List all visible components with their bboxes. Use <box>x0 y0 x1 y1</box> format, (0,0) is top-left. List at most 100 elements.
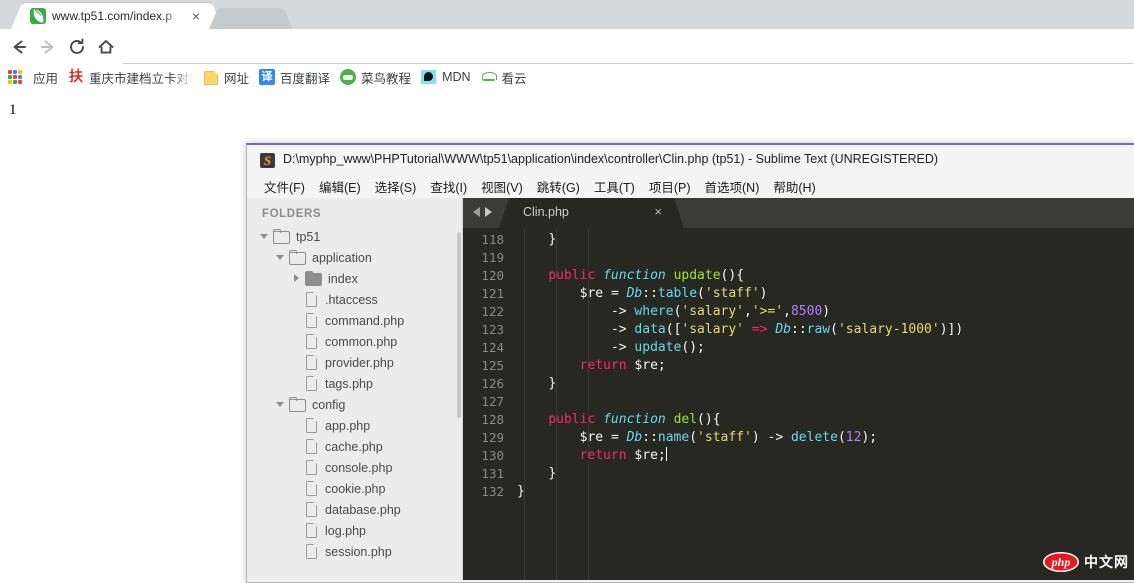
sublime-window-title: D:\myphp_www\PHPTutorial\WWW\tp51\applic… <box>283 152 939 166</box>
folder-icon <box>305 270 322 286</box>
sidebar-item-label: tp51 <box>296 229 321 244</box>
spacer-icon <box>292 295 301 304</box>
spacer-icon <box>292 421 301 430</box>
bookmark-runoob[interactable]: 菜鸟教程 <box>335 66 416 88</box>
folder-icon <box>289 396 306 412</box>
sidebar-item-label: .htaccess <box>325 292 378 307</box>
bookmark-label: 菜鸟教程 <box>361 71 412 86</box>
chevron-right-icon[interactable] <box>292 274 301 283</box>
code-editor[interactable]: 118 119 120 121 122 123 124 125 126 127 128 129 130 1… <box>463 228 1134 580</box>
sidebar-item-label: cache.php <box>325 439 383 454</box>
menu-file[interactable]: 文件(F) <box>257 177 312 196</box>
sidebar-file-item[interactable]: command.php <box>247 310 462 331</box>
sidebar-file-item[interactable]: log.php <box>247 520 462 541</box>
code-line: $re = Db::name('staff') -> delete(12); <box>579 430 878 445</box>
file-icon <box>305 334 318 349</box>
sidebar-item-label: command.php <box>325 313 405 328</box>
chevron-down-icon[interactable] <box>260 232 269 241</box>
line-number: 126 <box>481 376 504 391</box>
bookmark-jiandang[interactable]: 扶 重庆市建档立卡对象 <box>63 66 198 88</box>
screen: www.tp51.com/index.p × i www.tp51.com/in <box>0 0 1134 583</box>
line-number: 130 <box>481 448 504 463</box>
reload-icon[interactable] <box>66 36 88 58</box>
sidebar-file-item[interactable]: cookie.php <box>247 478 462 499</box>
line-number: 128 <box>481 412 504 427</box>
folder-icon <box>273 228 290 244</box>
menu-find[interactable]: 查找(I) <box>423 177 474 196</box>
sublime-body: FOLDERS tp51 application index .htaccess com… <box>247 198 1134 580</box>
apps-grid-icon[interactable] <box>8 70 22 84</box>
bookmark-baidu-fanyi[interactable]: 译 百度翻译 <box>254 66 335 88</box>
sidebar-folder-item[interactable]: tp51 <box>247 226 462 247</box>
back-arrow-icon[interactable] <box>8 36 30 58</box>
close-icon[interactable]: × <box>654 204 662 219</box>
translate-blue-icon: 译 <box>259 69 276 85</box>
menu-selection[interactable]: 选择(S) <box>368 177 424 196</box>
bookmark-kanyun[interactable]: 看云 <box>476 66 532 88</box>
chevron-down-icon[interactable] <box>276 400 285 409</box>
bookmark-label: 网址 <box>224 71 250 86</box>
sidebar-item-label: app.php <box>325 418 371 433</box>
sidebar-file-item[interactable]: app.php <box>247 415 462 436</box>
chevron-left-icon[interactable] <box>473 207 480 217</box>
chevron-right-icon[interactable] <box>485 207 492 217</box>
line-number: 132 <box>481 484 504 499</box>
spacer-icon <box>292 463 301 472</box>
menu-goto[interactable]: 跳转(G) <box>530 177 587 196</box>
bookmark-wangzhi[interactable]: 网址 <box>198 66 254 88</box>
menu-help[interactable]: 帮助(H) <box>766 177 822 196</box>
spacer-icon <box>292 526 301 535</box>
sidebar-file-item[interactable]: console.php <box>247 457 462 478</box>
code-line: -> data(['salary' => Db::raw('salary-100… <box>610 322 964 337</box>
code-line: -> update(); <box>610 340 705 355</box>
sidebar-scrollbar[interactable] <box>457 232 461 418</box>
watermark-text: 中文网 <box>1084 555 1129 571</box>
php-badge-icon: php <box>1043 552 1079 572</box>
sidebar-folder-item[interactable]: application <box>247 247 462 268</box>
spacer-icon <box>292 484 301 493</box>
sublime-menu-bar: 文件(F) 编辑(E) 选择(S) 查找(I) 视图(V) 跳转(G) 工具(T… <box>247 175 1134 198</box>
menu-tools[interactable]: 工具(T) <box>587 177 642 196</box>
spacer-icon <box>292 316 301 325</box>
code-line: public function del(){ <box>548 412 721 427</box>
new-tab-button[interactable] <box>209 8 293 29</box>
sidebar-file-item[interactable]: provider.php <box>247 352 462 373</box>
editor-tab-clin-php[interactable]: Clin.php × <box>499 198 684 228</box>
bookmark-apps[interactable]: 应用 <box>28 66 63 88</box>
file-icon <box>305 292 318 307</box>
tab-scroll-arrows[interactable] <box>473 207 492 217</box>
sidebar-file-item[interactable]: common.php <box>247 331 462 352</box>
page-output-text: 1 <box>9 102 17 118</box>
sublime-text-window: S D:\myphp_www\PHPTutorial\WWW\tp51\appl… <box>246 143 1134 583</box>
sidebar-file-item[interactable]: cache.php <box>247 436 462 457</box>
file-icon <box>305 418 318 433</box>
sidebar-item-label: index <box>328 271 358 286</box>
sidebar-item-label: session.php <box>325 544 392 559</box>
forward-arrow-icon <box>37 36 59 58</box>
code-content[interactable]: } public function update(){ $re = Db::ta… <box>513 228 1134 580</box>
close-icon[interactable]: × <box>188 8 204 24</box>
menu-view[interactable]: 视图(V) <box>474 177 530 196</box>
editor-pane: Clin.php × 118 119 120 121 122 123 124 125 126 12… <box>463 198 1134 580</box>
bookmark-mdn[interactable]: MDN <box>416 66 475 88</box>
line-number-gutter: 118 119 120 121 122 123 124 125 126 127 128 129 130 1… <box>463 228 513 580</box>
sidebar-file-item[interactable]: tags.php <box>247 373 462 394</box>
sidebar-item-label: tags.php <box>325 376 373 391</box>
sidebar-file-item[interactable]: .htaccess <box>247 289 462 310</box>
sidebar-item-label: common.php <box>325 334 398 349</box>
menu-edit[interactable]: 编辑(E) <box>312 177 368 196</box>
home-icon[interactable] <box>95 36 117 58</box>
file-icon <box>305 523 318 538</box>
sidebar-folder-item[interactable]: config <box>247 394 462 415</box>
browser-tab[interactable]: www.tp51.com/index.p × <box>11 3 223 29</box>
sidebar-folder-item[interactable]: index <box>247 268 462 289</box>
sidebar-file-item[interactable]: session.php <box>247 541 462 562</box>
chevron-down-icon[interactable] <box>276 253 285 262</box>
file-icon <box>305 439 318 454</box>
browser-toolbar: i www.tp51.com/index.php/index/clin/del <box>0 29 1134 90</box>
line-number: 125 <box>481 358 504 373</box>
sublime-logo-icon: S <box>260 153 275 168</box>
menu-project[interactable]: 项目(P) <box>642 177 698 196</box>
menu-preferences[interactable]: 首选项(N) <box>698 177 767 196</box>
sidebar-file-item[interactable]: database.php <box>247 499 462 520</box>
